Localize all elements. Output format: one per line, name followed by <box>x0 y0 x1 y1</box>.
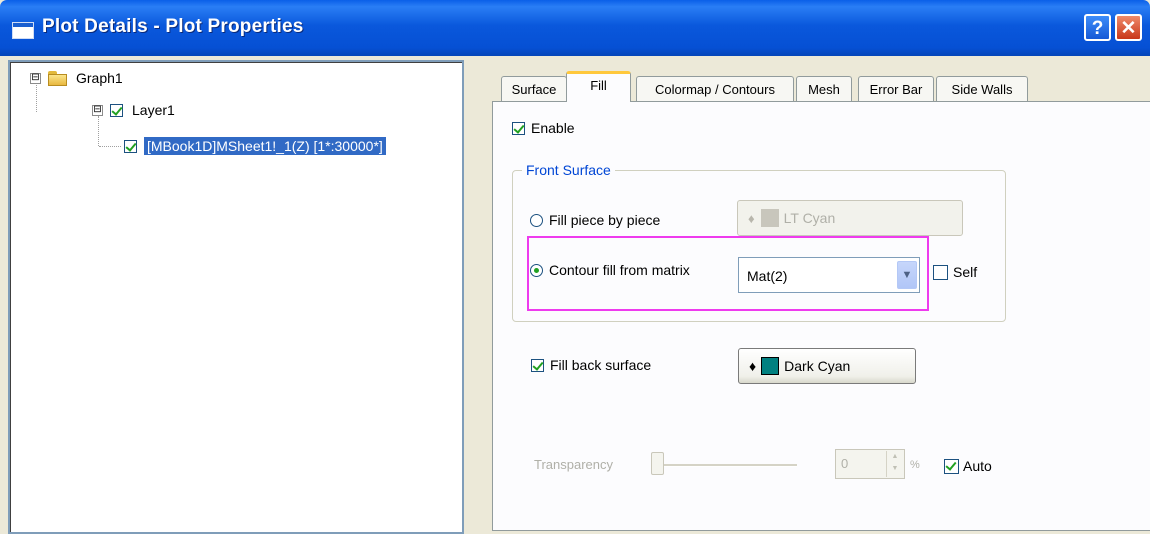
fill-piece-radio[interactable] <box>530 213 543 227</box>
back-color-label: Dark Cyan <box>784 358 851 374</box>
auto-checkbox-row[interactable]: Auto <box>944 458 992 474</box>
fill-piece-radio-row[interactable]: Fill piece by piece <box>530 212 660 228</box>
back-color-swatch <box>761 357 780 375</box>
close-button[interactable]: ✕ <box>1115 14 1142 41</box>
layer-checkbox[interactable] <box>110 103 123 117</box>
piece-color-button: ♦ LT Cyan <box>737 200 963 236</box>
fill-back-label: Fill back surface <box>550 357 652 373</box>
tree-item-label: Layer1 <box>132 102 175 118</box>
enable-checkbox-row[interactable]: Enable <box>512 120 575 136</box>
transparency-slider-thumb <box>651 452 664 475</box>
folder-icon <box>48 70 68 86</box>
tree-item-label: [MBook1D]MSheet1!_1(Z) [1*:30000*] <box>144 137 386 155</box>
transparency-spinner: 0 ▲ ▼ <box>835 449 905 479</box>
piece-color-label: LT Cyan <box>783 210 836 226</box>
self-label: Self <box>953 264 978 280</box>
tab-error-bar[interactable]: Error Bar <box>858 76 934 101</box>
window-icon <box>12 22 34 39</box>
tree-item-graph1[interactable]: ⊟ Graph1 <box>30 70 123 86</box>
plot-tree-panel[interactable] <box>8 60 464 534</box>
paint-bucket-icon: ♦ <box>748 210 755 226</box>
fill-piece-label: Fill piece by piece <box>549 212 661 228</box>
fill-back-checkbox-row[interactable]: Fill back surface <box>531 357 651 373</box>
tree-item-label: Graph1 <box>76 70 123 86</box>
auto-checkbox[interactable] <box>944 458 959 474</box>
collapse-icon[interactable]: ⊟ <box>92 104 103 116</box>
back-color-button[interactable]: ♦ Dark Cyan <box>738 348 916 384</box>
fill-back-checkbox[interactable] <box>531 358 544 372</box>
front-surface-title: Front Surface <box>522 162 615 178</box>
transparency-unit: % <box>910 459 920 471</box>
auto-label: Auto <box>963 458 992 474</box>
title-bar: Plot Details - Plot Properties ? ✕ <box>0 0 1150 56</box>
spinner-arrows-icon: ▲ ▼ <box>886 451 903 477</box>
help-button[interactable]: ? <box>1084 14 1111 41</box>
tree-connector <box>99 146 121 147</box>
transparency-label: Transparency <box>534 457 613 472</box>
tab-colormap-contours[interactable]: Colormap / Contours <box>636 76 794 101</box>
tree-item-dataset[interactable]: [MBook1D]MSheet1!_1(Z) [1*:30000*] <box>124 137 386 155</box>
tab-side-walls[interactable]: Side Walls <box>936 76 1028 101</box>
tab-mesh[interactable]: Mesh <box>796 76 852 101</box>
tree-item-layer1[interactable]: ⊟ Layer1 <box>92 102 175 118</box>
dataset-checkbox[interactable] <box>124 139 137 153</box>
paint-bucket-icon: ♦ <box>749 358 757 374</box>
tab-fill[interactable]: Fill <box>566 71 631 102</box>
tree-connector <box>98 116 99 146</box>
tab-surface[interactable]: Surface <box>501 76 567 101</box>
tree-connector <box>36 82 37 112</box>
self-checkbox-row[interactable]: Self <box>933 264 977 280</box>
window-title: Plot Details - Plot Properties <box>42 16 304 37</box>
highlight-annotation <box>527 236 929 311</box>
self-checkbox[interactable] <box>933 264 948 280</box>
enable-label: Enable <box>531 120 575 136</box>
piece-color-swatch <box>760 209 779 227</box>
transparency-value: 0 <box>841 456 849 471</box>
enable-checkbox[interactable] <box>512 121 525 135</box>
transparency-slider-track <box>657 464 797 467</box>
collapse-icon[interactable]: ⊟ <box>30 72 41 84</box>
